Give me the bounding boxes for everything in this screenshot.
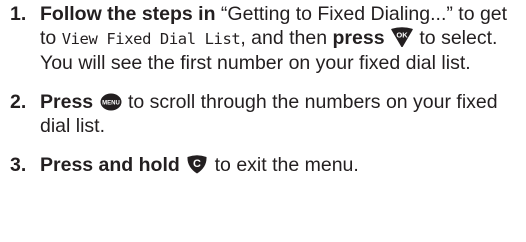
- step-text-segment: to exit the menu.: [209, 154, 359, 176]
- c-key-label: C: [193, 158, 201, 170]
- step-text: Press and hold C to exit the menu.: [40, 153, 520, 177]
- step-text-segment: , and then: [240, 27, 333, 49]
- instruction-steps: 1. Follow the steps in “Getting to Fixed…: [10, 2, 520, 177]
- menu-key-icon: MENU: [100, 93, 122, 111]
- step-text: Follow the steps in “Getting to Fixed Di…: [40, 2, 520, 75]
- menu-item-view-fixed-dial-list: View Fixed Dial List: [61, 30, 241, 48]
- step-3: 3. Press and hold C to exit the menu.: [10, 153, 520, 177]
- step-number: 3.: [10, 154, 27, 176]
- step-action-bold: press: [332, 27, 385, 49]
- menu-key-label: MENU: [102, 101, 120, 107]
- step-number: 2.: [10, 91, 27, 113]
- step-action-bold: Follow the steps in: [40, 3, 216, 25]
- step-2: 2. Press MENU to scroll through the numb…: [10, 90, 520, 138]
- step-action-bold: Press: [40, 91, 94, 113]
- ok-key-icon: OK: [391, 27, 413, 47]
- step-1: 1. Follow the steps in “Getting to Fixed…: [10, 2, 520, 75]
- ok-key-label: OK: [396, 31, 408, 40]
- step-action-bold: Press and hold: [40, 154, 180, 176]
- step-text: Press MENU to scroll through the numbers…: [40, 90, 520, 138]
- c-key-icon: C: [186, 154, 208, 174]
- step-number: 1.: [10, 3, 27, 25]
